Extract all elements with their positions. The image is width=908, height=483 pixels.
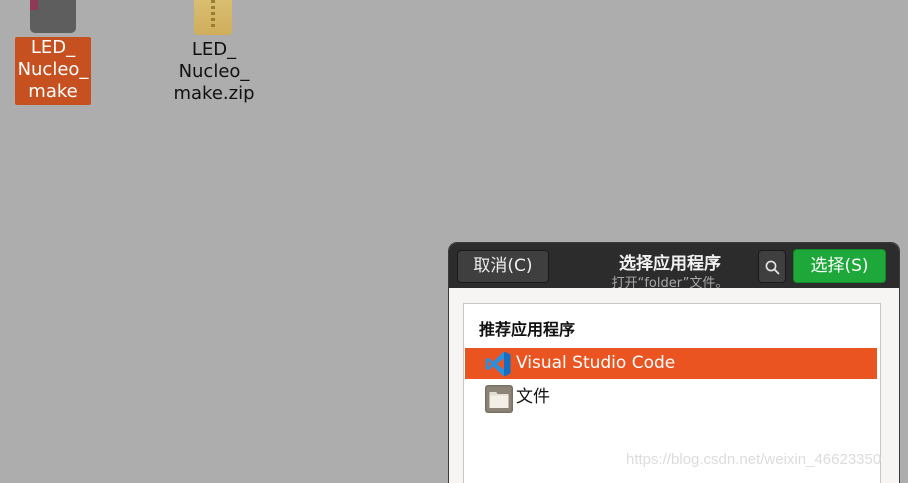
desktop-item-label: LED_ Nucleo_ make [15,37,91,105]
app-name: Visual Studio Code [516,353,676,373]
folder-icon [30,0,76,33]
cancel-button[interactable]: 取消(C) [457,250,549,283]
watermark: https://blog.csdn.net/weixin_46623350 [626,451,882,468]
dialog-headerbar: 取消(C) 选择应用程序 打开“folder”文件。 选择(S) [449,243,899,288]
vscode-icon [485,351,511,377]
app-name: 文件 [516,387,550,407]
desktop-item-zip[interactable]: LED_ Nucleo_ make.zip [172,0,256,106]
dialog-title: 选择应用程序 [619,254,721,274]
app-row-vscode[interactable]: Visual Studio Code [465,348,877,379]
section-heading: 推荐应用程序 [479,320,576,339]
zip-archive-icon [194,0,232,35]
search-icon [765,260,780,275]
search-button[interactable] [758,250,786,283]
app-row-files[interactable]: 文件 [465,382,877,413]
desktop-item-folder[interactable]: LED_ Nucleo_ make [14,0,92,106]
desktop-item-label: LED_ Nucleo_ make.zip [173,39,255,104]
files-icon [485,385,513,413]
select-button[interactable]: 选择(S) [793,249,886,283]
dialog-subtitle: 打开“folder”文件。 [611,276,729,288]
choose-application-dialog: 取消(C) 选择应用程序 打开“folder”文件。 选择(S) 推荐应用程序 … [449,243,899,483]
